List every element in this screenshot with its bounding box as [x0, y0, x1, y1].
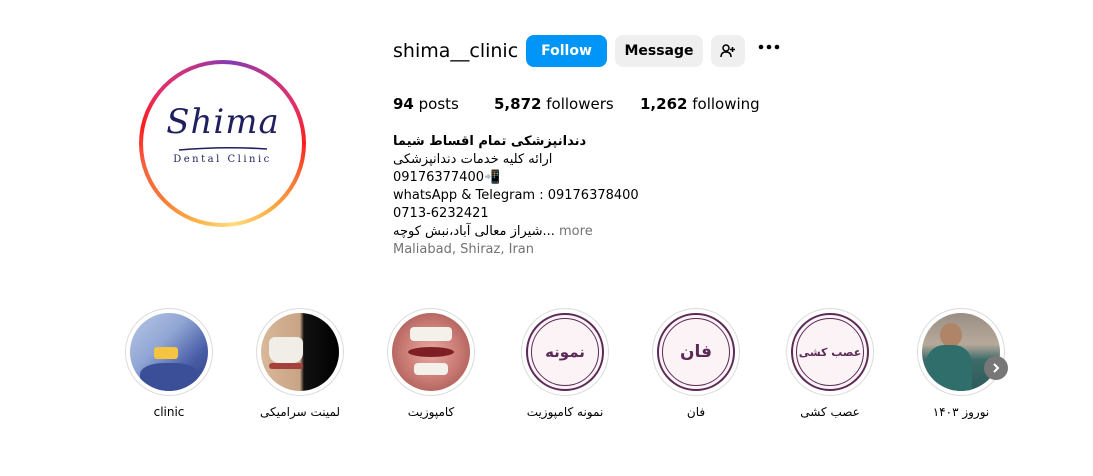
highlight-sample-composite[interactable]: نمونه — [521, 308, 609, 396]
more-horizontal-icon — [758, 44, 780, 50]
avatar-logo-subtitle: Dental Clinic — [173, 154, 272, 165]
highlight-cover-text: فان — [657, 313, 735, 391]
highlight-label: نمونه کامپوزیت — [526, 405, 604, 419]
highlight-label: نوروز ۱۴۰۳ — [932, 405, 990, 419]
highlight-label: فان — [686, 405, 706, 419]
person-add-icon — [720, 44, 735, 58]
chevron-right-icon — [993, 363, 1000, 373]
highlight-cover-text: نمونه — [526, 313, 604, 391]
profile-avatar[interactable]: Shima Dental Clinic — [139, 60, 306, 227]
highlight-cover-image — [261, 313, 339, 391]
bio-line: 09176377400📲 — [393, 170, 501, 185]
follow-button[interactable]: Follow — [526, 35, 607, 67]
highlight-composite[interactable] — [387, 308, 475, 396]
highlight-nowruz[interactable] — [917, 308, 1005, 396]
bio-line: ارائه کلیه خدمات دندانپزشکی — [393, 152, 553, 167]
highlight-label: لمینت سرامیکی — [259, 405, 341, 419]
highlight-cover-text: عصب کشی — [791, 313, 869, 391]
highlight-cover-image — [922, 313, 1000, 391]
following-link[interactable]: 1,262 following — [640, 95, 760, 113]
highlight-clinic[interactable] — [125, 308, 213, 396]
highlight-cover-image — [130, 313, 208, 391]
highlight-fun[interactable]: فان — [652, 308, 740, 396]
bio-line: whatsApp & Telegram : 09176378400 — [393, 188, 639, 203]
bio-name: دندانپزشکی تمام اقساط شیما — [393, 134, 587, 149]
highlight-cover-image — [392, 313, 470, 391]
more-options-button[interactable] — [754, 35, 784, 67]
more-link[interactable]: more — [559, 224, 593, 239]
profile-username: shima__clinic — [393, 40, 519, 62]
highlight-laminate[interactable] — [256, 308, 344, 396]
message-button[interactable]: Message — [615, 35, 703, 67]
bio-line: 0713-6232421 — [393, 206, 489, 221]
highlight-label: clinic — [153, 405, 185, 419]
highlight-root-canal[interactable]: عصب کشی — [786, 308, 874, 396]
bio-line-truncated: شیراز معالی آباد،نبش کوچه... more — [393, 224, 593, 239]
suggested-accounts-button[interactable] — [711, 35, 745, 67]
avatar-logo-text: Shima — [166, 102, 280, 142]
logo-swoosh-icon — [178, 146, 268, 151]
bio-location[interactable]: Maliabad, Shiraz, Iran — [393, 241, 534, 259]
highlight-label: کامپوزیت — [407, 405, 455, 419]
posts-count: 94 posts — [393, 95, 459, 113]
highlights-next-button[interactable] — [984, 356, 1008, 380]
highlight-label: عصب کشی — [800, 405, 860, 419]
followers-link[interactable]: 5,872 followers — [494, 95, 614, 113]
